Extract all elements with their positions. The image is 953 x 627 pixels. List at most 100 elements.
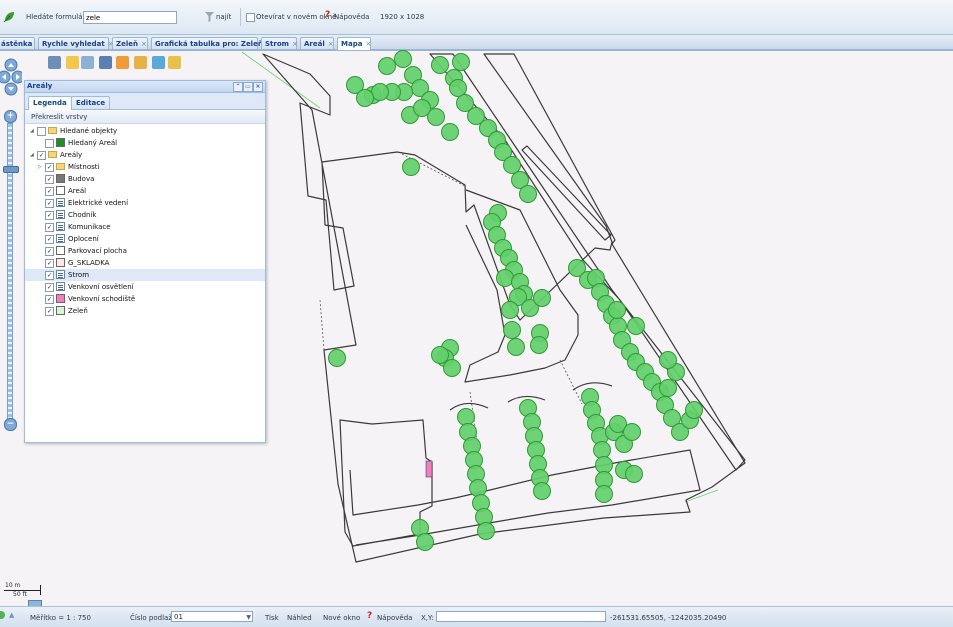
tree-marker[interactable]: [530, 336, 548, 354]
layers-icon[interactable]: [116, 56, 129, 69]
tree-marker[interactable]: [356, 89, 374, 107]
print-button[interactable]: Tisk: [265, 614, 279, 622]
tree-marker[interactable]: [593, 441, 611, 459]
layer-item[interactable]: ✓ Parkovací plocha: [25, 245, 265, 257]
floor-select[interactable]: 01 ▼: [171, 611, 253, 622]
edit-tool-icon[interactable]: [48, 56, 61, 69]
expand-icon[interactable]: ◢: [30, 125, 34, 137]
help-link[interactable]: Nápověda: [334, 13, 369, 21]
tree-marker[interactable]: [328, 349, 346, 367]
pan-control[interactable]: [0, 58, 25, 96]
layer-item[interactable]: ✓ Venkovní schodiště: [25, 293, 265, 305]
tab-rychle-vyhledat[interactable]: Rychle vyhledat ×: [38, 37, 114, 49]
tab-legenda[interactable]: Legenda: [28, 96, 72, 110]
layer-checkbox[interactable]: ✓: [45, 283, 54, 292]
measure-icon[interactable]: [99, 56, 112, 69]
refresh-icon[interactable]: [152, 56, 165, 69]
layer-checkbox[interactable]: ✓: [45, 187, 54, 196]
tree-marker[interactable]: [431, 56, 449, 74]
layer-checkbox[interactable]: [37, 127, 46, 136]
tab-nastenka[interactable]: ástěnka: [0, 37, 35, 49]
layer-checkbox[interactable]: ✓: [45, 271, 54, 280]
zoom-in-button[interactable]: +: [4, 110, 17, 123]
hand-pan-icon[interactable]: [66, 56, 79, 69]
tab-strom[interactable]: Strom ×: [261, 37, 298, 49]
layer-checkbox[interactable]: ✓: [45, 211, 54, 220]
tab-editace[interactable]: Editace: [71, 96, 111, 109]
layer-checkbox[interactable]: ✓: [45, 175, 54, 184]
up-arrow-icon[interactable]: ▲: [9, 611, 14, 619]
help-link[interactable]: Nápověda: [377, 614, 412, 622]
tree-marker[interactable]: [449, 79, 467, 97]
layer-checkbox[interactable]: ✓: [45, 307, 54, 316]
zoom-box-icon[interactable]: [81, 56, 94, 69]
layer-item[interactable]: ✓ Zeleň: [25, 305, 265, 317]
layer-checkbox[interactable]: ✓: [45, 247, 54, 256]
tree-marker[interactable]: [431, 346, 449, 364]
tree-marker[interactable]: [503, 156, 521, 174]
tab-zelen[interactable]: Zeleň ×: [112, 37, 148, 49]
close-icon[interactable]: ×: [141, 38, 147, 50]
layer-checkbox[interactable]: ✓: [37, 151, 46, 160]
tree-marker[interactable]: [402, 158, 420, 176]
layer-item[interactable]: ✓ Komunikace: [25, 221, 265, 233]
tree-marker[interactable]: [496, 269, 514, 287]
layer-item[interactable]: ✓ Chodník: [25, 209, 265, 221]
layer-checkbox[interactable]: [45, 139, 54, 148]
layer-item[interactable]: ✓ Elektrické vedení: [25, 197, 265, 209]
close-icon[interactable]: ×: [365, 38, 371, 50]
tree-marker[interactable]: [595, 485, 613, 503]
layer-checkbox[interactable]: ✓: [45, 223, 54, 232]
new-window-checkbox[interactable]: [246, 13, 255, 22]
tree-marker[interactable]: [595, 456, 613, 474]
tree-marker[interactable]: [452, 53, 470, 71]
tree-marker[interactable]: [378, 57, 396, 75]
search-input[interactable]: [83, 11, 177, 24]
tree-marker[interactable]: [659, 351, 677, 369]
collapse-icon[interactable]: ⌃: [233, 82, 243, 92]
tree-marker[interactable]: [627, 317, 645, 335]
tree-marker[interactable]: [623, 423, 641, 441]
layer-item[interactable]: ✓ Venkovní osvětlení: [25, 281, 265, 293]
close-icon[interactable]: ×: [328, 38, 334, 50]
layer-item[interactable]: ◢ Hledané objekty: [25, 125, 265, 137]
tree-marker[interactable]: [441, 123, 459, 141]
layer-item[interactable]: ✓ Areál: [25, 185, 265, 197]
tree-marker[interactable]: [427, 108, 445, 126]
preview-button[interactable]: Náhled: [287, 614, 312, 622]
zoom-handle[interactable]: [3, 166, 19, 173]
layer-item[interactable]: ✓ Strom: [25, 269, 265, 281]
tree-marker[interactable]: [519, 185, 537, 203]
tree-marker[interactable]: [501, 301, 519, 319]
tree-marker[interactable]: [507, 338, 525, 356]
tree-marker[interactable]: [533, 482, 551, 500]
zoom-out-button[interactable]: −: [4, 418, 17, 431]
search-map-icon[interactable]: [168, 56, 181, 69]
tab-areal[interactable]: Areál ×: [300, 37, 334, 49]
tree-marker[interactable]: [685, 401, 703, 419]
find-button[interactable]: najít: [216, 13, 231, 21]
close-icon[interactable]: ×: [253, 82, 263, 92]
layer-item[interactable]: ✓ Budova: [25, 173, 265, 185]
redraw-layers-button[interactable]: Překreslit vrstvy: [25, 111, 265, 124]
tree-marker[interactable]: [443, 359, 461, 377]
layer-checkbox[interactable]: ✓: [45, 163, 54, 172]
layer-item[interactable]: ◢ ✓ Areály: [25, 149, 265, 161]
tree-marker[interactable]: [503, 321, 521, 339]
tree-marker[interactable]: [625, 465, 643, 483]
tree-marker[interactable]: [608, 301, 626, 319]
xy-input[interactable]: [436, 611, 606, 622]
layer-item[interactable]: ✓ G_SKLADKA: [25, 257, 265, 269]
restore-icon[interactable]: ▭: [243, 82, 253, 92]
tree-marker[interactable]: [416, 533, 434, 551]
zoom-slider[interactable]: + −: [3, 110, 19, 431]
tree-marker[interactable]: [659, 379, 677, 397]
collapse-icon[interactable]: ▷: [38, 161, 42, 173]
pencil-icon[interactable]: [134, 56, 147, 69]
tree-marker[interactable]: [394, 50, 412, 68]
layer-checkbox[interactable]: ✓: [45, 235, 54, 244]
layer-checkbox[interactable]: ✓: [45, 295, 54, 304]
layer-item[interactable]: ✓ Oplocení: [25, 233, 265, 245]
expand-icon[interactable]: ◢: [30, 149, 34, 161]
tree-marker[interactable]: [371, 83, 389, 101]
